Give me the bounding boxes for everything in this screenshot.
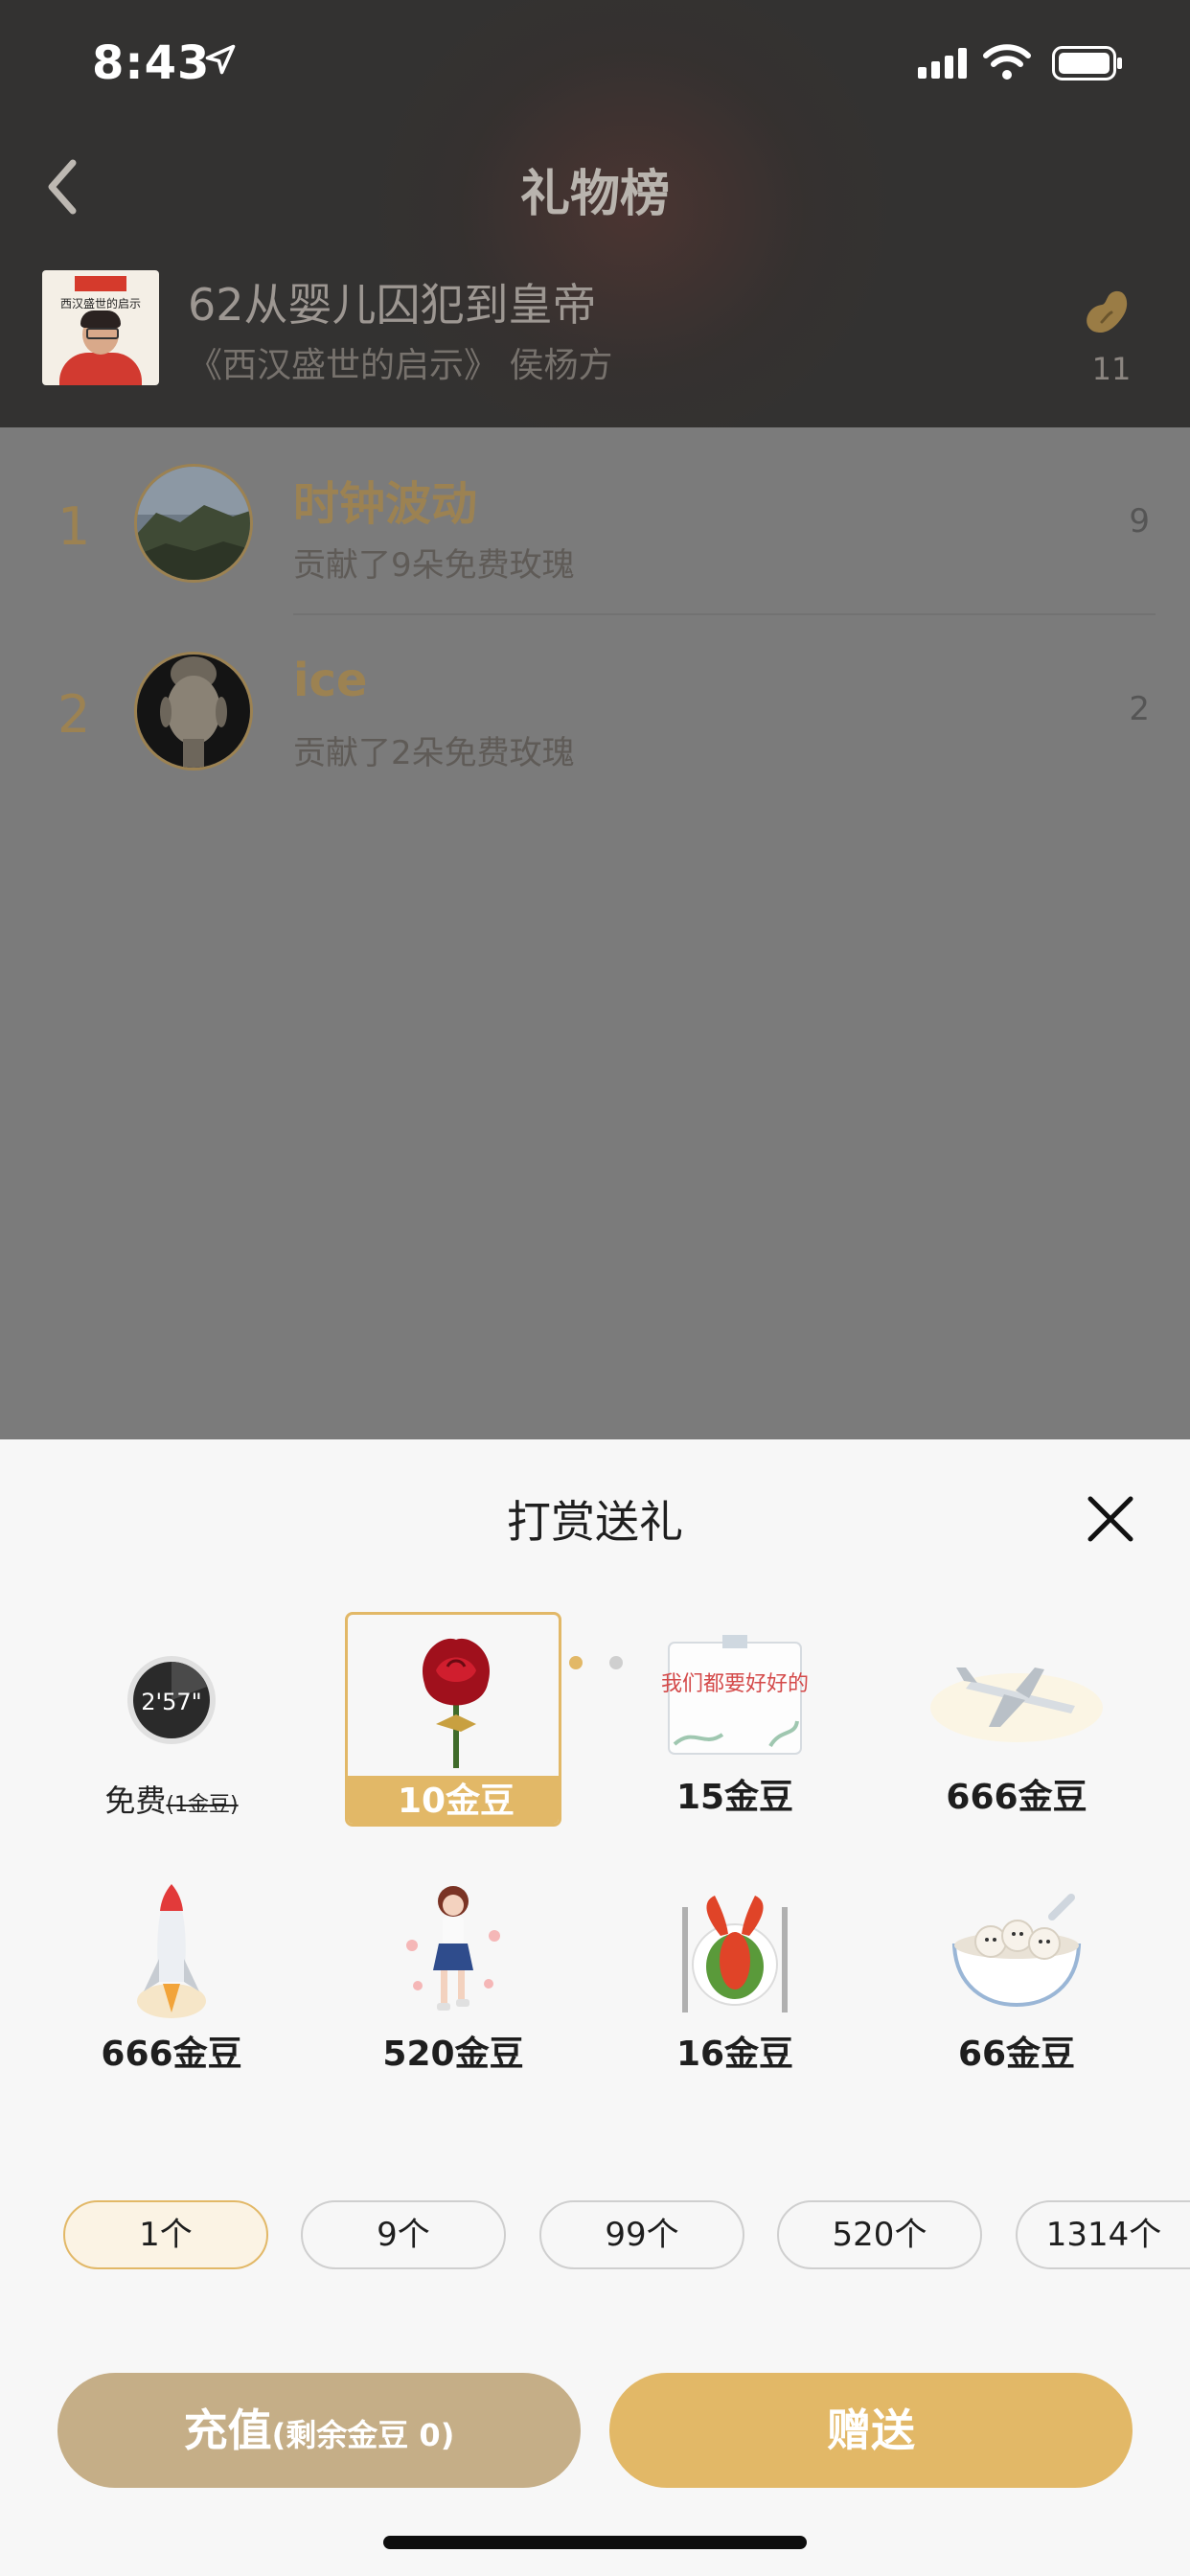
user-name: ice — [293, 654, 368, 707]
gift-price: 520金豆 — [382, 2035, 524, 2074]
avatar[interactable] — [134, 652, 253, 770]
page-title: 礼物榜 — [519, 166, 670, 223]
home-indicator — [383, 2536, 807, 2549]
timer-text: 2'57" — [141, 1689, 201, 1715]
gift-free-rose[interactable]: 2'57" 免费(1金豆) — [63, 1612, 280, 1827]
gift-price: 666金豆 — [101, 2035, 242, 2074]
landscape-avatar-image — [137, 467, 250, 580]
rose-icon — [422, 1638, 491, 1768]
quantity-chip-9[interactable]: 9个 — [301, 2200, 506, 2269]
cover-person-hair — [80, 310, 121, 328]
quantity-chip-1314[interactable]: 1314个 — [1016, 2200, 1190, 2269]
gift-price: 免费(1金豆) — [63, 1777, 280, 1821]
gift-rose[interactable]: 10金豆 — [345, 1612, 561, 1827]
quantity-chip-520[interactable]: 520个 — [777, 2200, 982, 2269]
contribution-text: 贡献了2朵免费玫瑰 — [293, 734, 575, 772]
ranking-row[interactable]: 1 时钟波动 贡献了9朵免费玫瑰 9 — [0, 427, 1190, 615]
gift-price: 10金豆 — [348, 1776, 559, 1824]
contribution-text: 贡献了9朵免费玫瑰 — [293, 546, 575, 585]
gift-rocket[interactable]: 666金豆 — [63, 1869, 280, 2083]
dumplings-icon — [951, 1894, 1082, 2008]
bean-count: 11 — [1091, 351, 1132, 387]
original-price: (1金豆) — [166, 1793, 239, 1817]
score: 9 — [1129, 502, 1150, 540]
buddha-avatar-image — [137, 655, 250, 768]
gift-price: 15金豆 — [675, 1778, 794, 1817]
ranking-list: 1 时钟波动 贡献了9朵免费玫瑰 9 2 ice 贡献了2朵免费玫瑰 2 — [0, 427, 1190, 1439]
album-cover-image[interactable]: 西汉盛世的启示 — [42, 270, 159, 385]
rank-number: 1 — [57, 496, 91, 557]
gift-lobster[interactable]: 16金豆 — [627, 1869, 843, 2083]
recharge-button[interactable]: 充值(剩余金豆 0) — [57, 2373, 581, 2488]
quantity-chip-99[interactable]: 99个 — [539, 2200, 744, 2269]
cover-person-body — [59, 353, 142, 385]
location-arrow-icon — [205, 44, 236, 75]
gift-dumplings[interactable]: 66金豆 — [908, 1869, 1125, 2083]
gift-price: 16金豆 — [675, 2035, 794, 2074]
quantity-chip-1[interactable]: 1个 — [63, 2200, 268, 2269]
page-dot — [609, 1656, 623, 1669]
rank-number: 2 — [57, 684, 91, 745]
cellular-signal-icon — [918, 48, 967, 79]
recharge-label: 充值 — [183, 2404, 272, 2456]
card-icon: 我们都要好好的 — [661, 1635, 809, 1755]
gift-price: 66金豆 — [957, 2035, 1076, 2074]
rocket-icon — [137, 1884, 206, 2018]
page-dot-active — [569, 1656, 583, 1669]
gift-girl[interactable]: 520金豆 — [345, 1869, 561, 2083]
cover-badge — [75, 276, 126, 291]
golden-bean-icon — [1087, 290, 1128, 334]
gift-airplane[interactable]: 666金豆 — [908, 1612, 1125, 1827]
free-text: 免费 — [104, 1782, 167, 1819]
sheet-title: 打赏送礼 — [507, 1496, 683, 1548]
battery-icon — [1052, 46, 1122, 80]
close-icon[interactable] — [1083, 1491, 1138, 1547]
girl-icon — [406, 1886, 500, 2011]
card-text: 我们都要好好的 — [661, 1672, 809, 1696]
header: 8:43 礼物榜 西汉盛世的启示 62从婴儿囚犯到皇帝 《西汉盛世的启示》 侯杨… — [0, 0, 1190, 427]
gift-card[interactable]: 我们都要好好的 15金豆 — [627, 1612, 843, 1827]
episode-subtitle: 《西汉盛世的启示》 侯杨方 — [188, 346, 613, 385]
gift-price: 666金豆 — [946, 1778, 1087, 1817]
balance-text: (剩余金豆 0) — [271, 2417, 455, 2453]
score: 2 — [1129, 690, 1150, 728]
user-name: 时钟波动 — [293, 477, 478, 531]
ranking-row[interactable]: 2 ice 贡献了2朵免费玫瑰 2 — [0, 615, 1190, 803]
send-button[interactable]: 赠送 — [609, 2373, 1133, 2488]
avatar[interactable] — [134, 464, 253, 583]
episode-title: 62从婴儿囚犯到皇帝 — [188, 279, 597, 331]
wifi-icon — [983, 44, 1031, 80]
cover-person-glasses — [86, 328, 119, 339]
cover-title: 西汉盛世的启示 — [59, 297, 141, 309]
airplane-icon — [930, 1668, 1103, 1742]
status-time: 8:43 — [92, 36, 211, 90]
lobster-icon — [682, 1896, 788, 2012]
timer-icon: 2'57" — [127, 1656, 216, 1744]
